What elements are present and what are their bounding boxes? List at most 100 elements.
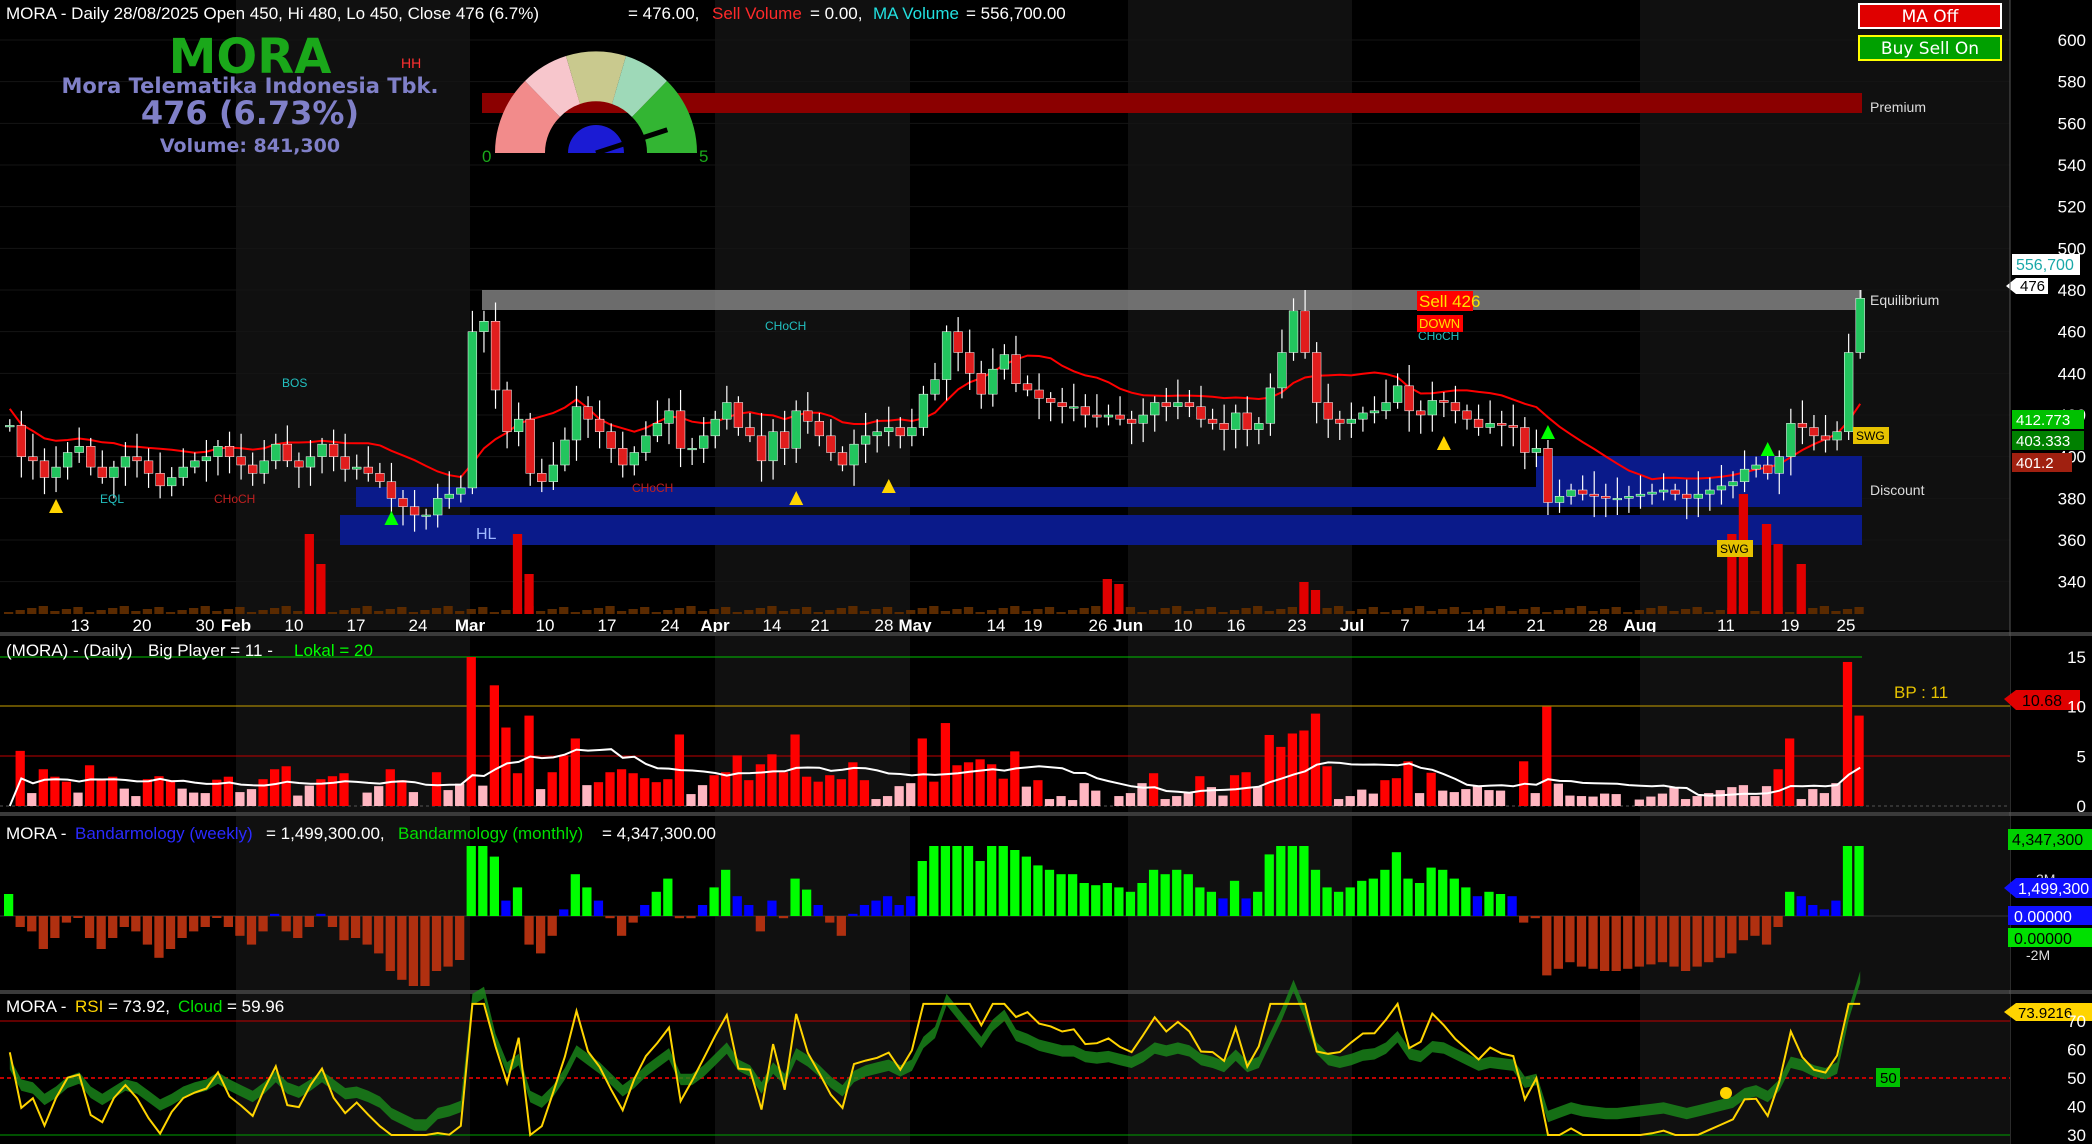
cloud-value: = 59.96 (227, 997, 284, 1016)
candle-body (1670, 489, 1680, 495)
bandarmology-bar (258, 916, 268, 932)
candle-body (930, 379, 940, 395)
volume-bar (1611, 607, 1621, 614)
bp-bar (906, 783, 916, 806)
bandarmology-bar (952, 846, 962, 916)
bp-bar (1715, 790, 1725, 806)
bandarmology-bar (616, 916, 627, 936)
volume-bar (1264, 611, 1274, 614)
volume-bar (570, 612, 580, 614)
volume-spike (304, 534, 314, 614)
bandarmology-bar (1218, 898, 1228, 916)
candle-body (178, 466, 188, 478)
candle-body (1103, 414, 1114, 418)
bp-bar (1345, 796, 1355, 806)
volume-bar (802, 607, 812, 614)
bp-bar (1229, 775, 1240, 806)
rsi-value: = 73.92, (108, 997, 170, 1016)
volume-bar (142, 609, 153, 614)
volume-bar (1137, 612, 1147, 614)
bandarmology-bar (316, 913, 326, 916)
volume-bar (1588, 611, 1598, 614)
volume-bar (154, 607, 164, 614)
bandarmology-bar (246, 916, 257, 945)
bp-bar (119, 788, 129, 806)
candle-body (1277, 352, 1287, 389)
volume-spike (316, 564, 326, 614)
volume-bar (1461, 612, 1471, 614)
bp-bar (998, 778, 1008, 806)
ma-off-button[interactable]: MA Off (1858, 3, 2002, 29)
volume-bar (1819, 606, 1829, 614)
bandarmology-bar (108, 916, 118, 938)
bp-bar (963, 762, 974, 806)
volume-bar (1600, 609, 1610, 614)
volume-bar (559, 607, 569, 614)
bandarmology-bar (1796, 896, 1806, 916)
rsi-y-tick: 70 (2067, 1012, 2086, 1031)
candle-body (1173, 402, 1183, 407)
candle-body (1335, 418, 1345, 424)
bandarmology-bar (142, 916, 153, 945)
volume-bar (1831, 611, 1841, 614)
volume-bar (408, 612, 419, 614)
bandarmology-bar (270, 913, 280, 916)
bp-bar (1634, 799, 1644, 806)
bandarmology-bar (1588, 916, 1598, 969)
volume-spike (1310, 590, 1321, 614)
bandarmology-bar (1646, 916, 1656, 965)
volume-bar (1842, 609, 1853, 614)
bandarmology-bar (1068, 874, 1078, 916)
candle-body (340, 456, 350, 470)
candle-body (594, 418, 605, 432)
candle-body (1150, 402, 1160, 416)
hl-zone (340, 515, 1862, 545)
candle-body (224, 446, 235, 457)
volume-bar (397, 607, 407, 614)
bandarmology-bar (50, 916, 60, 938)
down-signal: DOWN (1419, 316, 1460, 331)
bandarmology-bar (1137, 883, 1147, 916)
candle-body (745, 427, 755, 437)
bp-bar (1276, 746, 1286, 806)
bp-bar (1438, 790, 1448, 806)
candle-body (606, 431, 616, 449)
volume-bar (697, 611, 708, 614)
bp-bar (686, 794, 696, 806)
band-prefix: MORA - (6, 824, 66, 843)
bandarmology-bar (200, 916, 210, 927)
volume-spike (1761, 524, 1772, 614)
bp-bar (1727, 787, 1737, 806)
bandarmology-bar (871, 900, 881, 916)
bp-bar (1657, 793, 1668, 806)
volume-bar (1553, 610, 1563, 614)
candle-body (236, 456, 246, 466)
bp-label: Big Player = 11 - (148, 641, 273, 660)
buy-sell-toggle-button[interactable]: Buy Sell On (1858, 35, 2002, 61)
bandarmology-bar (536, 916, 546, 954)
bandarmology-bar (154, 916, 164, 958)
bandarmology-bar (489, 856, 499, 916)
volume-bar (223, 609, 233, 614)
volume-bar (1704, 612, 1714, 614)
bp-bar (871, 799, 881, 806)
bandarmology-bar (501, 900, 511, 916)
bandarmology-bar (96, 916, 106, 949)
candle-body (1531, 448, 1542, 453)
candle-body (1219, 423, 1229, 430)
bp-bar (732, 755, 742, 806)
volume-bar (1391, 610, 1402, 614)
volume-bar (1380, 612, 1390, 614)
volume-bar (640, 607, 650, 614)
bp-bar (778, 772, 789, 806)
volume-bar (1634, 610, 1644, 614)
lokal-label: Lokal = 20 (294, 641, 373, 660)
stock-chart-canvas[interactable]: MORA - Daily 28/08/2025 Open 450, Hi 480… (0, 0, 2092, 1144)
volume-bar (246, 612, 257, 614)
bp-bar (628, 773, 638, 806)
bp-bar (894, 786, 904, 806)
price-y-tick: 580 (2058, 73, 2086, 92)
bp-bar (1530, 793, 1540, 806)
bp-bar (1808, 789, 1818, 806)
gauge-max-label: 5 (699, 147, 708, 166)
